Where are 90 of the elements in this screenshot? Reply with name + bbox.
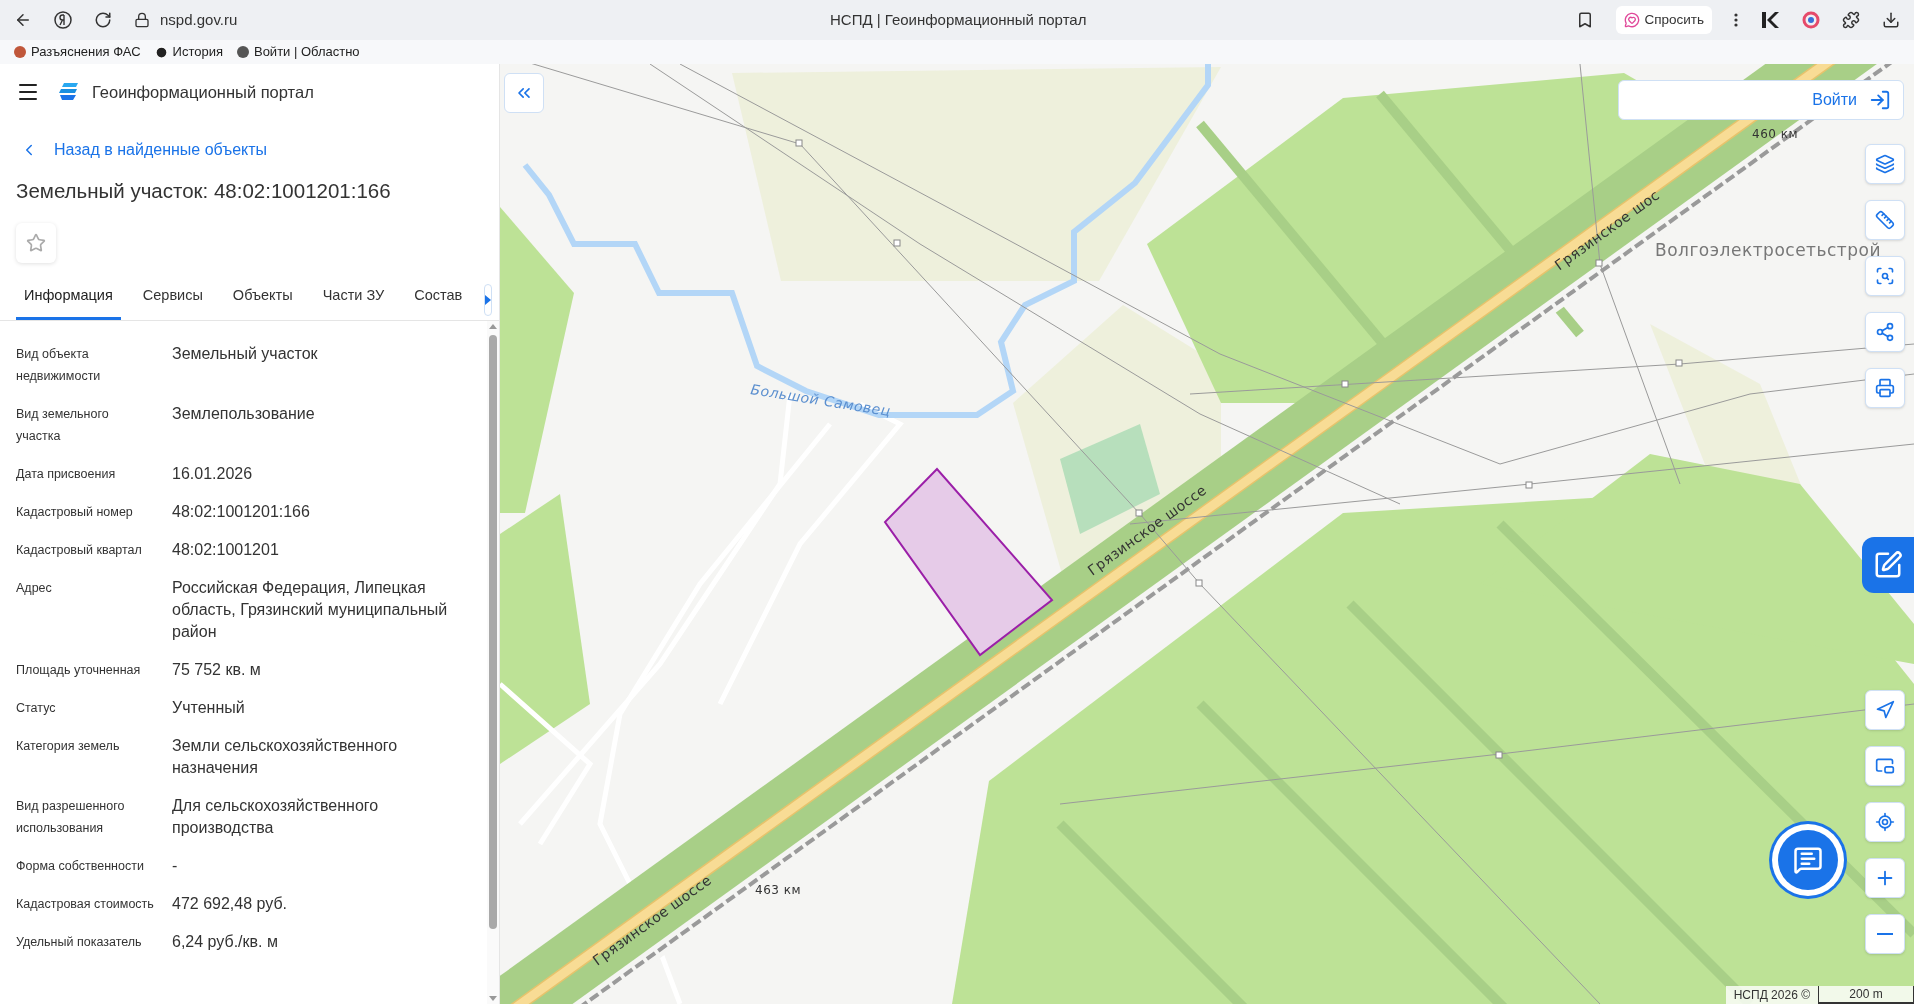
back-icon	[14, 11, 32, 29]
address-field[interactable]: nspd.gov.ru	[160, 8, 460, 32]
share-button[interactable]	[1865, 312, 1905, 352]
field-value: 48:02:1001201	[172, 539, 280, 560]
chat-heart-icon	[1624, 12, 1641, 28]
back-link[interactable]: Назад в найденные объекты	[20, 138, 268, 162]
puzzle-icon	[1842, 11, 1860, 29]
field-label: Статус	[16, 699, 57, 717]
navigation-arrow-icon	[1875, 700, 1895, 720]
layers-button[interactable]	[1865, 144, 1905, 184]
field-value: Земельный участок	[172, 343, 319, 364]
field-value: Землепользование	[172, 403, 316, 424]
layers-icon	[1875, 154, 1895, 174]
browser-logo-icon[interactable]	[54, 11, 72, 29]
field-value: 16.01.2026	[172, 463, 254, 484]
extension-ring-icon[interactable]	[1802, 11, 1820, 29]
print-button[interactable]	[1865, 368, 1905, 408]
login-button[interactable]: Войти	[1618, 80, 1904, 120]
land-parcel[interactable]	[883, 467, 1054, 657]
tab[interactable]: Состав	[406, 280, 471, 320]
scrollbar[interactable]	[487, 320, 499, 1004]
favicon-icon	[14, 46, 26, 58]
map-label: Большой Самовец	[749, 381, 892, 420]
navigation-button[interactable]	[1865, 690, 1905, 730]
tab[interactable]: Части ЗУ	[314, 280, 393, 320]
field-label: Адрес	[16, 579, 53, 597]
tab[interactable]: Сервисы	[134, 280, 211, 320]
ruler-icon	[1875, 210, 1895, 230]
tab[interactable]: Объекты	[224, 280, 301, 320]
field-label: Форма собственности	[16, 857, 145, 875]
share-icon	[1875, 322, 1895, 342]
field-value: Земли сельскохозяйственного назначения	[172, 735, 399, 778]
scan-search-icon	[1875, 266, 1895, 286]
minimap-button[interactable]	[1865, 746, 1905, 786]
more-icon[interactable]	[1734, 13, 1738, 27]
field-label: Категория земель	[16, 737, 121, 755]
field-label: Кадастровый номер	[16, 503, 134, 521]
field-label: Площадь уточненная	[16, 661, 142, 679]
lock-icon	[134, 12, 150, 28]
caret-right-icon	[485, 294, 492, 305]
field-value: Российская Федерация, Липецкая область, Грязинский муниципальный район	[172, 577, 449, 642]
map-label: Волгоэлектросетьстрой	[1655, 240, 1881, 260]
field-value: 6,24 руб./кв. м	[172, 931, 279, 952]
locate-button[interactable]	[1865, 802, 1905, 842]
extension-k-icon[interactable]	[1760, 11, 1780, 29]
map-attribution: НСПД 2026 ©	[1725, 986, 1818, 1004]
side-widget-button[interactable]	[1862, 537, 1914, 593]
map-label: 460 км	[1752, 127, 1799, 141]
scroll-down-icon[interactable]	[489, 996, 497, 1002]
reload-icon	[94, 11, 112, 29]
map-label: 463 км	[755, 883, 802, 897]
field-label: Вид земельного участка	[16, 405, 110, 445]
bookmark-link[interactable]: История	[154, 42, 223, 62]
clock-icon	[154, 45, 168, 59]
minus-icon	[1877, 933, 1893, 935]
zoom-in-button[interactable]	[1865, 858, 1905, 898]
edit-icon	[1873, 550, 1903, 580]
field-label: Вид разрешенного использования	[16, 797, 126, 837]
star-icon	[26, 232, 46, 253]
bookmark-link[interactable]: Разъяснения ФАС	[14, 42, 141, 62]
field-value: Для сельскохозяйственного производства	[172, 795, 380, 838]
field-value: Учтенный	[172, 697, 246, 718]
field-value: 75 752 кв. м	[172, 659, 262, 680]
favorite-button[interactable]	[16, 222, 56, 263]
chat-icon	[1793, 845, 1823, 875]
field-value: 48:02:1001201:166	[172, 501, 311, 522]
scale-bar: 200 m	[1818, 986, 1914, 1004]
field-label: Кадастровый квартал	[16, 541, 143, 559]
field-label: Дата присвоения	[16, 465, 117, 483]
picture-in-picture-icon	[1875, 756, 1895, 776]
field-label: Кадастровая стоимость	[16, 895, 155, 913]
ruler-button[interactable]	[1865, 200, 1905, 240]
locate-icon	[1875, 812, 1895, 832]
page-title: НСПД | Геоинформационный портал	[828, 9, 1088, 30]
object-heading: Земельный участок: 48:02:1001201:166	[16, 178, 392, 204]
favicon-icon	[236, 46, 249, 58]
collapse-panel-button[interactable]	[504, 73, 544, 113]
portal-logo-icon	[58, 81, 80, 103]
tab[interactable]: Информация	[16, 280, 121, 320]
scroll-up-icon[interactable]	[489, 322, 497, 329]
login-icon	[1869, 89, 1891, 111]
field-label: Удельный показатель	[16, 933, 143, 951]
bookmark-link[interactable]: Войти | Областно	[236, 42, 360, 62]
printer-icon	[1875, 378, 1895, 398]
field-label: Вид объекта недвижимости	[16, 345, 102, 385]
field-value: -	[172, 855, 179, 876]
field-value: 472 692,48 руб.	[172, 893, 289, 914]
app-title: Геоинформационный портал	[92, 81, 314, 103]
download-icon	[1882, 11, 1900, 29]
ask-button[interactable]: Спросить	[1616, 6, 1712, 34]
